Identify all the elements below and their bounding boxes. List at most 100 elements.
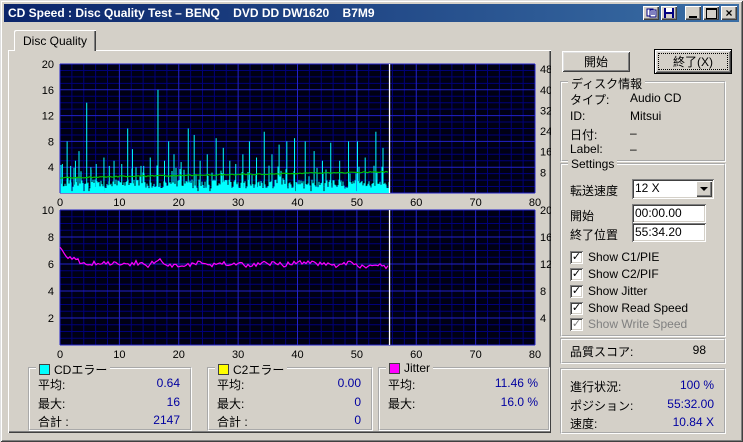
- combo-dropdown-button[interactable]: [696, 181, 712, 197]
- row-value: 0: [354, 413, 361, 427]
- settings-box: Settings 転送速度 12 X 開始 00:00.00 終了位置 55:3…: [560, 157, 726, 337]
- window-title: CD Speed : Disc Quality Test – BENQ DVD …: [8, 6, 375, 20]
- maximize-icon: [705, 7, 717, 19]
- row-label: ポジション:: [570, 399, 634, 413]
- start-button[interactable]: 開始: [562, 51, 630, 72]
- cd-error-total-row: 合計 : 2147: [38, 413, 180, 430]
- c2-error-legend-box: C2エラー 平均: 0.00 最大: 0 合計 :0: [207, 361, 373, 431]
- svg-text:70: 70: [470, 349, 482, 361]
- checkbox-box[interactable]: ✓: [570, 267, 583, 281]
- speed-row: 速度: 10.84 X: [570, 415, 714, 432]
- svg-text:20: 20: [540, 205, 551, 217]
- checkbox-label: Show Read Speed: [588, 301, 689, 315]
- jitter-legend-box: Jitter 平均: 11.46 % 最大: 16.0 %: [378, 361, 550, 431]
- progress-row: 進行状況: 100 %: [570, 378, 714, 395]
- save-button[interactable]: [661, 6, 677, 20]
- checkbox-show-read-speed[interactable]: ✓ Show Read Speed: [570, 301, 688, 315]
- svg-text:60: 60: [410, 349, 422, 361]
- svg-text:30: 30: [232, 349, 244, 361]
- checkbox-show-jitter[interactable]: ✓ Show Jitter: [570, 284, 647, 298]
- start-time-input[interactable]: 00:00.00: [632, 204, 706, 223]
- row-label: 平均:: [38, 378, 66, 392]
- svg-text:12: 12: [540, 259, 551, 271]
- svg-text:10: 10: [42, 205, 54, 217]
- row-label: 最大:: [388, 397, 416, 411]
- checkbox-box: ✓: [570, 317, 583, 331]
- checkbox-show-c2-pif[interactable]: ✓ Show C2/PIF: [570, 267, 659, 281]
- checkbox-show-c1-pie[interactable]: ✓ Show C1/PIE: [570, 250, 659, 264]
- svg-text:40: 40: [291, 349, 303, 361]
- svg-text:8: 8: [48, 232, 54, 244]
- focus-rect: [658, 53, 728, 70]
- position-row: ポジション: 55:32.00: [570, 397, 714, 414]
- checkbox-label: Show Write Speed: [588, 317, 688, 331]
- svg-text:8: 8: [540, 167, 546, 179]
- svg-text:20: 20: [42, 59, 54, 71]
- jitter-chart: 2 4 6 8 10 4 8 12 16 20 0 10 20 30 40 50 60 70 80: [42, 205, 551, 361]
- row-label: 合計 :: [217, 415, 248, 429]
- disc-info-box: ディスク情報 タイプ: Audio CD ID: Mitsui 日付: – La…: [560, 75, 726, 162]
- exit-button[interactable]: 終了(X): [654, 49, 732, 74]
- checkbox-box[interactable]: ✓: [570, 284, 583, 298]
- jitter-swatch: [389, 362, 400, 374]
- cd-error-swatch: [39, 364, 50, 375]
- maximize-button[interactable]: [703, 6, 719, 20]
- c1_errors_with_read_speed-chart: 48121620816243240480 10 20 30 40 50 60 70 80: [42, 59, 551, 209]
- checkbox-label: Show C1/PIE: [588, 250, 660, 264]
- start-button-label: 開始: [583, 55, 608, 69]
- svg-text:10: 10: [113, 349, 125, 361]
- svg-text:60: 60: [410, 197, 422, 209]
- disc-id-value: Mitsui: [630, 109, 662, 123]
- svg-text:0: 0: [57, 197, 63, 209]
- checkbox-box[interactable]: ✓: [570, 301, 583, 315]
- checkbox-box[interactable]: ✓: [570, 250, 583, 264]
- close-button[interactable]: ×: [721, 6, 737, 20]
- c2-error-max-row: 最大: 0: [217, 395, 361, 412]
- svg-text:50: 50: [351, 349, 363, 361]
- svg-text:8: 8: [540, 286, 546, 298]
- cd-error-legend-box: CDエラー 平均: 0.64 最大: 16 合計 :2147: [28, 361, 192, 431]
- disc-info-title: ディスク情報: [568, 75, 646, 92]
- svg-text:4: 4: [48, 162, 54, 174]
- jitter-legend-caption: Jitter: [386, 361, 434, 375]
- svg-text:12: 12: [42, 111, 54, 123]
- row-value: 0.00: [337, 376, 361, 390]
- disc-date-label: 日付:: [570, 128, 598, 142]
- svg-text:4: 4: [48, 286, 54, 298]
- titlebar: CD Speed : Disc Quality Test – BENQ DVD …: [4, 4, 739, 22]
- row-value: 0: [354, 395, 361, 409]
- row-label: 最大:: [217, 397, 245, 411]
- tab-disc-quality[interactable]: Disc Quality: [14, 30, 96, 51]
- c2-error-avg-row: 平均: 0.00: [217, 376, 361, 393]
- transfer-speed-label: 転送速度: [570, 184, 619, 198]
- svg-text:8: 8: [48, 136, 54, 148]
- minimize-button[interactable]: [685, 6, 701, 20]
- end-position-value: 55:34.20: [635, 225, 682, 239]
- quality-score-box: 品質スコア: 98: [560, 338, 726, 364]
- transfer-speed-value: 12 X: [635, 181, 660, 195]
- book-button[interactable]: [643, 6, 659, 20]
- svg-text:50: 50: [351, 197, 363, 209]
- svg-text:20: 20: [173, 349, 185, 361]
- svg-text:16: 16: [540, 232, 551, 244]
- disc-type-value: Audio CD: [630, 91, 682, 105]
- disc-type-label: タイプ:: [570, 93, 610, 107]
- checkbox-label: Show Jitter: [588, 284, 648, 298]
- svg-text:2: 2: [48, 313, 54, 325]
- start-time-value: 00:00.00: [635, 206, 682, 220]
- end-position-input[interactable]: 55:34.20: [632, 223, 706, 242]
- disc-id-label: ID:: [570, 109, 586, 123]
- app-window: CD Speed : Disc Quality Test – BENQ DVD …: [0, 0, 743, 442]
- jitter-max-row: 最大: 16.0 %: [388, 395, 538, 412]
- settings-title: Settings: [568, 157, 618, 171]
- row-label: 平均:: [388, 378, 416, 392]
- jitter-avg-row: 平均: 11.46 %: [388, 376, 538, 393]
- transfer-speed-combobox[interactable]: 12 X: [632, 179, 714, 199]
- svg-text:24: 24: [540, 126, 551, 138]
- svg-text:20: 20: [173, 197, 185, 209]
- cd-error-avg-row: 平均: 0.64: [38, 376, 180, 393]
- svg-text:80: 80: [529, 349, 541, 361]
- svg-text:40: 40: [291, 197, 303, 209]
- svg-text:70: 70: [470, 197, 482, 209]
- quality-score-value: 98: [692, 343, 706, 357]
